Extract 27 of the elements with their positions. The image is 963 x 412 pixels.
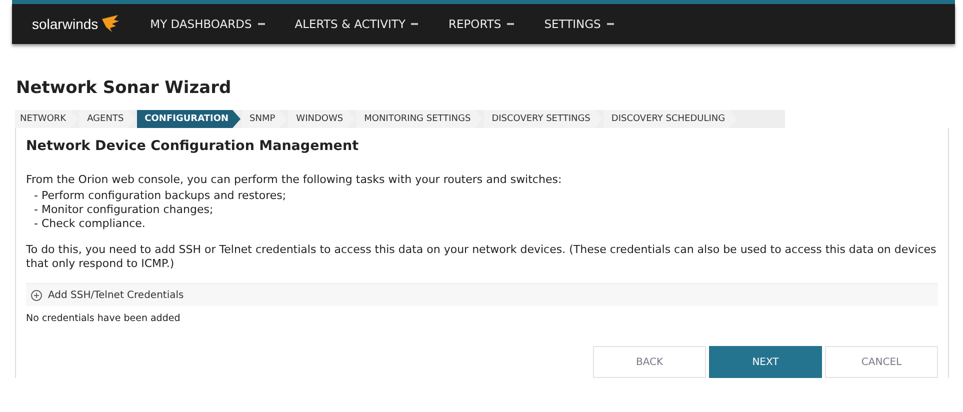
page-title: Network Sonar Wizard [16, 78, 232, 98]
secondary-button[interactable]: CANCEL [825, 346, 938, 378]
empty-message: No credentials have been added [26, 313, 182, 324]
nav-menu-item[interactable]: MY DASHBOARDS [150, 17, 265, 31]
add-credentials-link[interactable]: Add SSH/Telnet Credentials [31, 290, 184, 300]
logo-text: solarwinds [32, 16, 98, 32]
task-item: - Monitor configuration changes; [34, 203, 214, 217]
secondary-button[interactable]: BACK [593, 346, 706, 378]
nav-menu-item[interactable]: ALERTS & ACTIVITY [294, 17, 418, 31]
section-title: Network Device Configuration Management [26, 138, 360, 154]
intro-text: From the Orion web console, you can perform the following tasks with your routers and switches: [26, 173, 563, 187]
wizard-step[interactable]: SNMP [242, 110, 288, 128]
note-text: To do this, you need to add SSH or Telnet credentials to access this data on your network devices. (These credentials can also be used to access this data on devices that only respond to ICMP.) [26, 243, 938, 271]
wizard-step[interactable]: NETWORK [15, 110, 78, 128]
primary-button[interactable]: NEXT [709, 346, 822, 378]
wizard-step[interactable]: CONFIGURATION [136, 110, 241, 128]
logo-icon [100, 15, 120, 33]
wizard-step[interactable]: AGENTS [79, 110, 136, 128]
wizard-step[interactable]: DISCOVERY SETTINGS [484, 110, 602, 128]
wizard-step[interactable]: DISCOVERY SCHEDULING [603, 110, 738, 128]
wizard-step[interactable]: MONITORING SETTINGS [356, 110, 483, 128]
nav-menu-item[interactable]: REPORTS [448, 17, 514, 31]
plus-circle-icon [31, 290, 42, 300]
nav-menu-item[interactable]: SETTINGS [544, 17, 614, 31]
task-item: - Check compliance. [34, 217, 146, 231]
wizard-step[interactable]: WINDOWS [288, 110, 356, 128]
task-item: - Perform configuration backups and restores; [34, 189, 288, 203]
